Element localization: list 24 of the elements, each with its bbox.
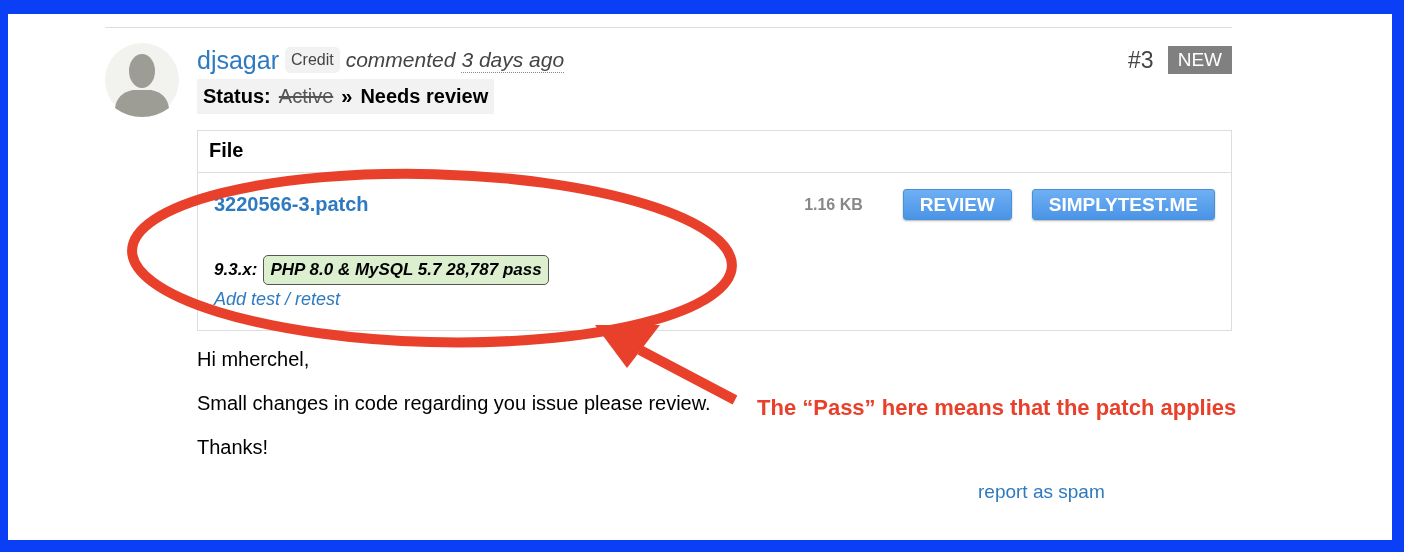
test-result: PHP 8.0 & MySQL 5.7 28,787 pass xyxy=(263,255,549,285)
comment-paragraph: Small changes in code regarding you issue please review. xyxy=(197,391,711,415)
comment-number: #3 xyxy=(1128,46,1154,74)
new-badge: NEW xyxy=(1167,46,1232,74)
report-spam-link[interactable]: report as spam xyxy=(978,481,1232,503)
comment-paragraph: Thanks! xyxy=(197,435,269,459)
old-status: Active xyxy=(278,85,334,108)
file-action-button[interactable]: REVIEW xyxy=(902,189,1012,220)
status-separator: » xyxy=(341,85,353,108)
file-heading: File xyxy=(198,131,1231,173)
file-action-button[interactable]: SIMPLYTEST.ME xyxy=(1031,189,1215,220)
file-link[interactable]: 3220566-3.patch xyxy=(214,193,369,216)
new-status: Needs review xyxy=(360,85,489,108)
author-link[interactable]: djsagar xyxy=(197,45,279,75)
file-size: 1.16 KB xyxy=(804,195,863,214)
retest-link[interactable]: Add test / retest xyxy=(214,289,341,310)
test-branch: 9.3.x: xyxy=(214,260,258,280)
comment-paragraph: Hi mherchel, xyxy=(197,347,310,371)
avatar-icon xyxy=(105,43,179,117)
status-label: Status: xyxy=(203,85,271,108)
annotation-note: The “Pass” here means that the patch applies xyxy=(757,395,1237,421)
comment-action: commented xyxy=(345,48,456,72)
credit-badge: Credit xyxy=(285,47,340,73)
comment-time: 3 days ago xyxy=(461,47,565,73)
